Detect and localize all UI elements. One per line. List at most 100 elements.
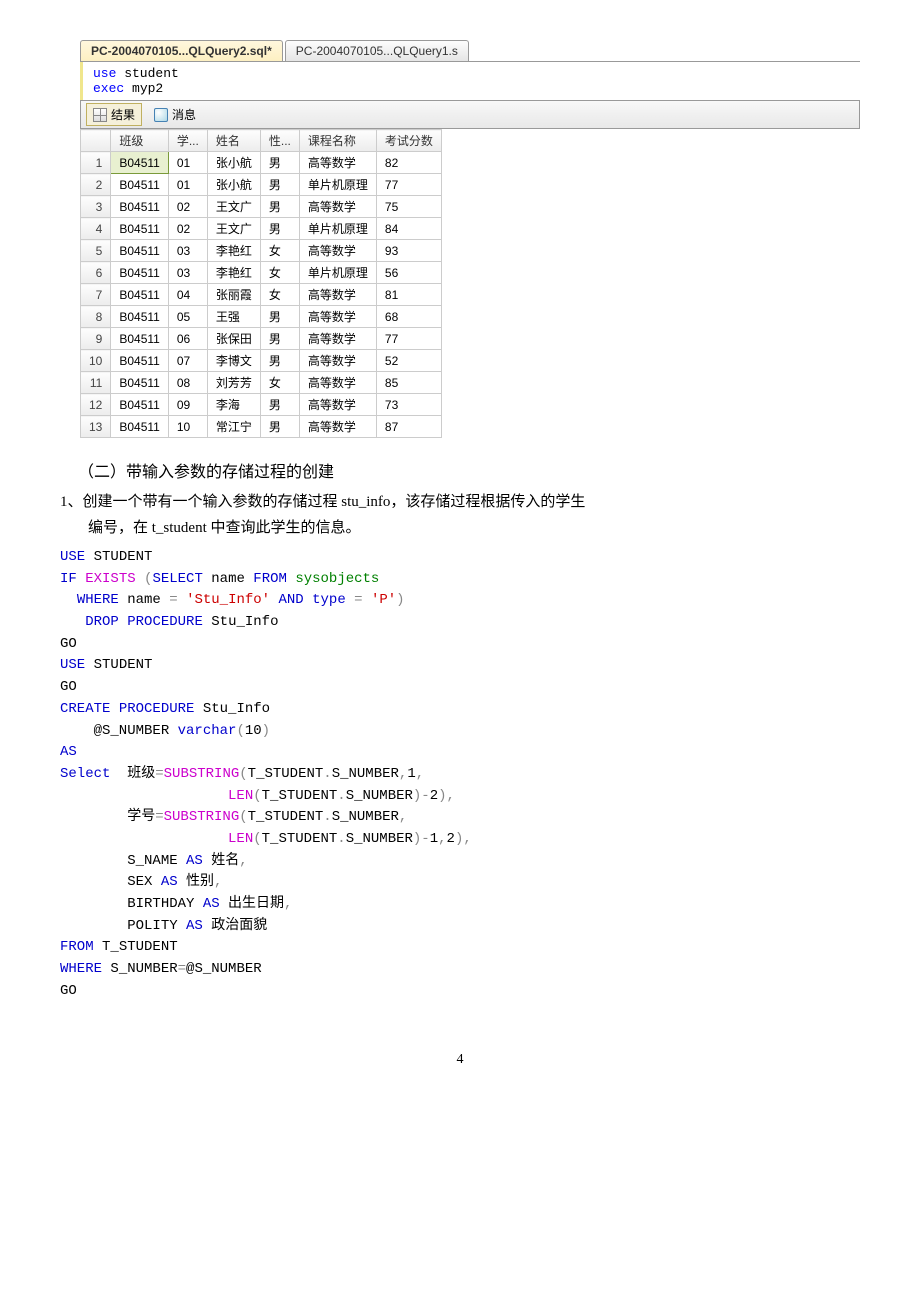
- table-cell[interactable]: 08: [168, 372, 207, 394]
- table-row[interactable]: 13B0451110常江宁男高等数学87: [81, 416, 442, 438]
- table-cell[interactable]: 77: [376, 328, 441, 350]
- table-cell[interactable]: 03: [168, 240, 207, 262]
- table-cell[interactable]: 男: [260, 306, 299, 328]
- table-cell[interactable]: 高等数学: [299, 284, 376, 306]
- tab-query2[interactable]: PC-2004070105...QLQuery2.sql*: [80, 40, 283, 61]
- table-cell[interactable]: 单片机原理: [299, 174, 376, 196]
- table-cell[interactable]: 06: [168, 328, 207, 350]
- table-cell[interactable]: B04511: [111, 394, 168, 416]
- table-cell[interactable]: 85: [376, 372, 441, 394]
- table-cell[interactable]: 男: [260, 196, 299, 218]
- table-cell[interactable]: 高等数学: [299, 350, 376, 372]
- table-row[interactable]: 5B0451103李艳红女高等数学93: [81, 240, 442, 262]
- table-cell[interactable]: 高等数学: [299, 240, 376, 262]
- table-cell[interactable]: B04511: [111, 306, 168, 328]
- table-cell[interactable]: 刘芳芳: [207, 372, 260, 394]
- table-row[interactable]: 1B0451101张小航男高等数学82: [81, 152, 442, 174]
- table-cell[interactable]: 男: [260, 174, 299, 196]
- messages-tab[interactable]: 消息: [148, 104, 202, 125]
- table-cell[interactable]: B04511: [111, 152, 168, 174]
- column-header[interactable]: 课程名称: [299, 130, 376, 152]
- table-row[interactable]: 4B0451102王文广男单片机原理84: [81, 218, 442, 240]
- table-cell[interactable]: 单片机原理: [299, 218, 376, 240]
- table-row[interactable]: 6B0451103李艳红女单片机原理56: [81, 262, 442, 284]
- table-cell[interactable]: B04511: [111, 240, 168, 262]
- table-cell[interactable]: 李艳红: [207, 262, 260, 284]
- table-row[interactable]: 2B0451101张小航男单片机原理77: [81, 174, 442, 196]
- results-tab[interactable]: 结果: [86, 103, 142, 126]
- table-cell[interactable]: 男: [260, 152, 299, 174]
- table-cell[interactable]: 93: [376, 240, 441, 262]
- table-cell[interactable]: 56: [376, 262, 441, 284]
- table-cell[interactable]: 09: [168, 394, 207, 416]
- table-row[interactable]: 3B0451102王文广男高等数学75: [81, 196, 442, 218]
- table-row[interactable]: 11B0451108刘芳芳女高等数学85: [81, 372, 442, 394]
- table-cell[interactable]: 68: [376, 306, 441, 328]
- table-cell[interactable]: 李博文: [207, 350, 260, 372]
- table-cell[interactable]: 张丽霞: [207, 284, 260, 306]
- table-cell[interactable]: 81: [376, 284, 441, 306]
- table-cell[interactable]: 高等数学: [299, 196, 376, 218]
- table-cell[interactable]: 04: [168, 284, 207, 306]
- table-cell[interactable]: 52: [376, 350, 441, 372]
- tab-query1[interactable]: PC-2004070105...QLQuery1.s: [285, 40, 469, 61]
- table-cell[interactable]: 男: [260, 394, 299, 416]
- table-cell[interactable]: 82: [376, 152, 441, 174]
- table-row[interactable]: 10B0451107李博文男高等数学52: [81, 350, 442, 372]
- column-header[interactable]: 学...: [168, 130, 207, 152]
- table-cell[interactable]: 84: [376, 218, 441, 240]
- table-cell[interactable]: B04511: [111, 218, 168, 240]
- table-cell[interactable]: 李海: [207, 394, 260, 416]
- table-row[interactable]: 9B0451106张保田男高等数学77: [81, 328, 442, 350]
- table-cell[interactable]: 高等数学: [299, 328, 376, 350]
- column-header[interactable]: 考试分数: [376, 130, 441, 152]
- table-cell[interactable]: 高等数学: [299, 372, 376, 394]
- table-cell[interactable]: 张小航: [207, 174, 260, 196]
- table-cell[interactable]: 10: [168, 416, 207, 438]
- table-cell[interactable]: 女: [260, 240, 299, 262]
- table-cell[interactable]: 王文广: [207, 218, 260, 240]
- table-cell[interactable]: B04511: [111, 262, 168, 284]
- table-cell[interactable]: 李艳红: [207, 240, 260, 262]
- table-cell[interactable]: 张保田: [207, 328, 260, 350]
- table-cell[interactable]: B04511: [111, 196, 168, 218]
- table-cell[interactable]: B04511: [111, 328, 168, 350]
- table-cell[interactable]: 01: [168, 174, 207, 196]
- table-cell[interactable]: B04511: [111, 350, 168, 372]
- table-cell[interactable]: 男: [260, 328, 299, 350]
- table-cell[interactable]: 73: [376, 394, 441, 416]
- table-cell[interactable]: 05: [168, 306, 207, 328]
- table-cell[interactable]: 高等数学: [299, 152, 376, 174]
- table-cell[interactable]: 03: [168, 262, 207, 284]
- code-editor[interactable]: use studentexec myp2: [80, 62, 860, 100]
- table-row[interactable]: 12B0451109李海男高等数学73: [81, 394, 442, 416]
- table-cell[interactable]: 87: [376, 416, 441, 438]
- table-cell[interactable]: 张小航: [207, 152, 260, 174]
- table-cell[interactable]: 01: [168, 152, 207, 174]
- table-cell[interactable]: 75: [376, 196, 441, 218]
- table-cell[interactable]: 07: [168, 350, 207, 372]
- table-cell[interactable]: 高等数学: [299, 394, 376, 416]
- table-cell[interactable]: 高等数学: [299, 416, 376, 438]
- table-cell[interactable]: B04511: [111, 174, 168, 196]
- table-cell[interactable]: B04511: [111, 416, 168, 438]
- column-header[interactable]: 性...: [260, 130, 299, 152]
- table-cell[interactable]: 77: [376, 174, 441, 196]
- table-cell[interactable]: 02: [168, 218, 207, 240]
- table-cell[interactable]: 女: [260, 372, 299, 394]
- table-cell[interactable]: 单片机原理: [299, 262, 376, 284]
- table-cell[interactable]: 02: [168, 196, 207, 218]
- column-header[interactable]: 班级: [111, 130, 168, 152]
- table-cell[interactable]: 高等数学: [299, 306, 376, 328]
- table-cell[interactable]: B04511: [111, 284, 168, 306]
- table-cell[interactable]: 女: [260, 284, 299, 306]
- table-cell[interactable]: 王强: [207, 306, 260, 328]
- table-cell[interactable]: 男: [260, 416, 299, 438]
- table-cell[interactable]: 男: [260, 218, 299, 240]
- table-cell[interactable]: 女: [260, 262, 299, 284]
- table-cell[interactable]: 男: [260, 350, 299, 372]
- table-row[interactable]: 7B0451104张丽霞女高等数学81: [81, 284, 442, 306]
- column-header[interactable]: 姓名: [207, 130, 260, 152]
- table-cell[interactable]: 常江宁: [207, 416, 260, 438]
- table-row[interactable]: 8B0451105王强男高等数学68: [81, 306, 442, 328]
